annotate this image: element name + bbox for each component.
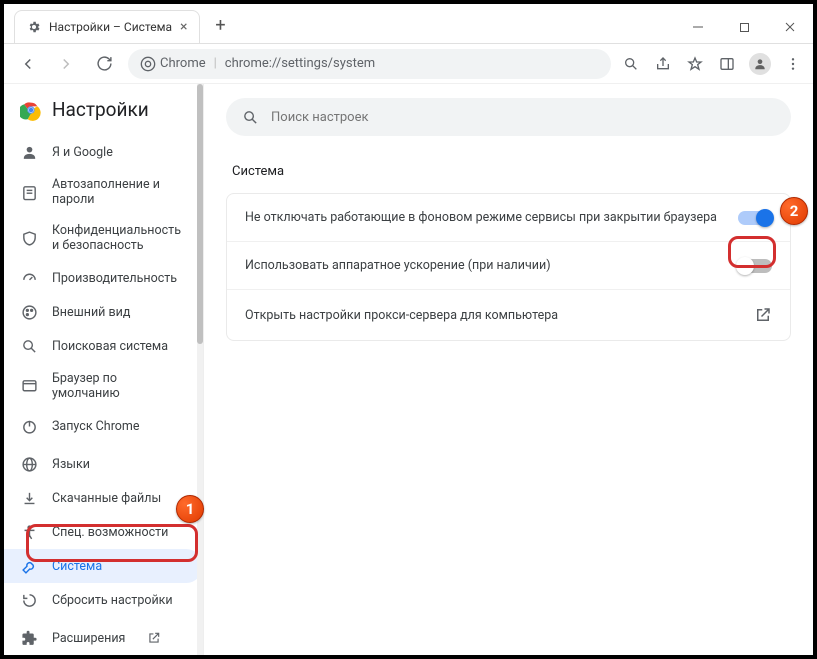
sidebar-item-label: Сбросить настройки bbox=[52, 593, 173, 608]
toggle-hardware-acceleration[interactable] bbox=[738, 259, 772, 273]
accessibility-icon bbox=[20, 523, 38, 541]
close-tab-icon[interactable]: × bbox=[180, 19, 187, 35]
sidebar-item-downloads[interactable]: Скачанные файлы bbox=[4, 481, 203, 515]
palette-icon bbox=[20, 303, 38, 321]
sidebar-item-label: Я и Google bbox=[52, 145, 113, 160]
sidebar-item-accessibility[interactable]: Спец. возможности bbox=[4, 515, 203, 549]
window-titlebar: Настройки – Система × + bbox=[4, 4, 813, 44]
sidebar-item-label: Автозаполнение и пароли bbox=[52, 177, 187, 207]
sidebar-item-label: Языки bbox=[52, 457, 90, 472]
sidebar-item-search-engine[interactable]: Поисковая система bbox=[4, 329, 203, 363]
sidebar-item-label: Конфиденциальность и безопасность bbox=[52, 223, 187, 253]
share-icon[interactable] bbox=[653, 54, 673, 74]
search-icon[interactable] bbox=[621, 54, 641, 74]
sidebar-item-autofill[interactable]: Автозаполнение и пароли bbox=[4, 169, 203, 215]
autofill-icon bbox=[20, 183, 38, 201]
section-title: Система bbox=[232, 164, 785, 179]
row-background-apps: Не отключать работающие в фоновом режиме… bbox=[227, 194, 790, 241]
sidebar-item-on-startup[interactable]: Запуск Chrome bbox=[4, 409, 203, 443]
window-controls bbox=[675, 11, 813, 43]
settings-search[interactable] bbox=[226, 98, 791, 136]
open-in-new-icon bbox=[145, 629, 163, 647]
reset-icon bbox=[20, 591, 38, 609]
search-icon bbox=[242, 109, 259, 126]
globe-icon bbox=[20, 455, 38, 473]
sidebar-item-label: Скачанные файлы bbox=[52, 491, 161, 506]
system-card: Не отключать работающие в фоновом режиме… bbox=[226, 193, 791, 341]
wrench-icon bbox=[20, 557, 38, 575]
download-icon bbox=[20, 489, 38, 507]
back-button[interactable] bbox=[14, 50, 42, 78]
sidebar-scrollbar-thumb[interactable] bbox=[197, 84, 203, 344]
settings-title: Настройки bbox=[52, 98, 149, 121]
sidebar-item-label: Поисковая система bbox=[52, 339, 168, 354]
sidebar-item-default-browser[interactable]: Браузер по умолчанию bbox=[4, 363, 203, 409]
row-label: Использовать аппаратное ускорение (при н… bbox=[245, 258, 551, 273]
row-hardware-acceleration: Использовать аппаратное ускорение (при н… bbox=[227, 241, 790, 289]
sidebar-item-you-and-google[interactable]: Я и Google bbox=[4, 135, 203, 169]
sidebar-item-label: Система bbox=[52, 559, 102, 574]
omnibox-app-label: Chrome bbox=[160, 56, 206, 71]
window-minimize-button[interactable] bbox=[675, 11, 721, 43]
row-label: Не отключать работающие в фоновом режиме… bbox=[245, 210, 717, 225]
omnibox-url: chrome://settings/system bbox=[225, 56, 375, 71]
browser-icon bbox=[20, 377, 38, 395]
kebab-menu-icon[interactable] bbox=[783, 54, 803, 74]
window-maximize-button[interactable] bbox=[721, 11, 767, 43]
bookmark-star-icon[interactable] bbox=[685, 54, 705, 74]
settings-main: Система Не отключать работающие в фоново… bbox=[204, 84, 813, 655]
toggle-background-apps[interactable] bbox=[738, 211, 772, 225]
settings-sidebar: Настройки Я и Google Автозаполнение и па… bbox=[4, 84, 204, 655]
reload-button[interactable] bbox=[90, 50, 118, 78]
row-proxy-settings[interactable]: Открыть настройки прокси-сервера для ком… bbox=[227, 289, 790, 340]
omnibox-separator: | bbox=[214, 56, 217, 71]
power-icon bbox=[20, 417, 38, 435]
open-in-new-icon bbox=[754, 306, 772, 324]
sidebar-item-label: Спец. возможности bbox=[52, 525, 168, 540]
sidebar-item-label: Расширения bbox=[52, 631, 125, 646]
omnibox[interactable]: Chrome | chrome://settings/system bbox=[128, 49, 611, 79]
sidebar-item-performance[interactable]: Производительность bbox=[4, 261, 203, 295]
new-tab-button[interactable]: + bbox=[206, 11, 234, 39]
sidebar-item-label: Запуск Chrome bbox=[52, 419, 140, 434]
sidebar-item-reset[interactable]: Сбросить настройки bbox=[4, 583, 203, 617]
side-panel-icon[interactable] bbox=[717, 54, 737, 74]
sidebar-item-languages[interactable]: Языки bbox=[4, 447, 203, 481]
sidebar-item-appearance[interactable]: Внешний вид bbox=[4, 295, 203, 329]
sidebar-item-label: Браузер по умолчанию bbox=[52, 371, 187, 401]
sidebar-item-label: Внешний вид bbox=[52, 305, 130, 320]
shield-icon bbox=[20, 229, 38, 247]
sidebar-item-system[interactable]: Система bbox=[4, 549, 203, 583]
profile-avatar[interactable] bbox=[749, 53, 771, 75]
settings-search-input[interactable] bbox=[271, 110, 775, 125]
settings-brand: Настройки bbox=[4, 98, 203, 135]
browser-toolbar: Chrome | chrome://settings/system bbox=[4, 44, 813, 84]
forward-button[interactable] bbox=[52, 50, 80, 78]
sidebar-item-label: Производительность bbox=[52, 271, 177, 286]
annotation-badge-2: 2 bbox=[780, 197, 808, 225]
gear-icon bbox=[27, 20, 41, 34]
sidebar-item-extensions[interactable]: Расширения bbox=[4, 621, 203, 655]
person-icon bbox=[20, 143, 38, 161]
tab-title: Настройки – Система bbox=[49, 20, 172, 34]
window-close-button[interactable] bbox=[767, 11, 813, 43]
browser-tab[interactable]: Настройки – Система × bbox=[14, 10, 200, 43]
annotation-badge-1: 1 bbox=[176, 495, 204, 523]
sidebar-item-privacy[interactable]: Конфиденциальность и безопасность bbox=[4, 215, 203, 261]
extension-icon bbox=[20, 629, 38, 647]
chrome-logo-icon: Chrome bbox=[140, 56, 206, 72]
chrome-logo-icon bbox=[20, 99, 42, 121]
speedometer-icon bbox=[20, 269, 38, 287]
row-label: Открыть настройки прокси-сервера для ком… bbox=[245, 308, 558, 323]
search-icon bbox=[20, 337, 38, 355]
